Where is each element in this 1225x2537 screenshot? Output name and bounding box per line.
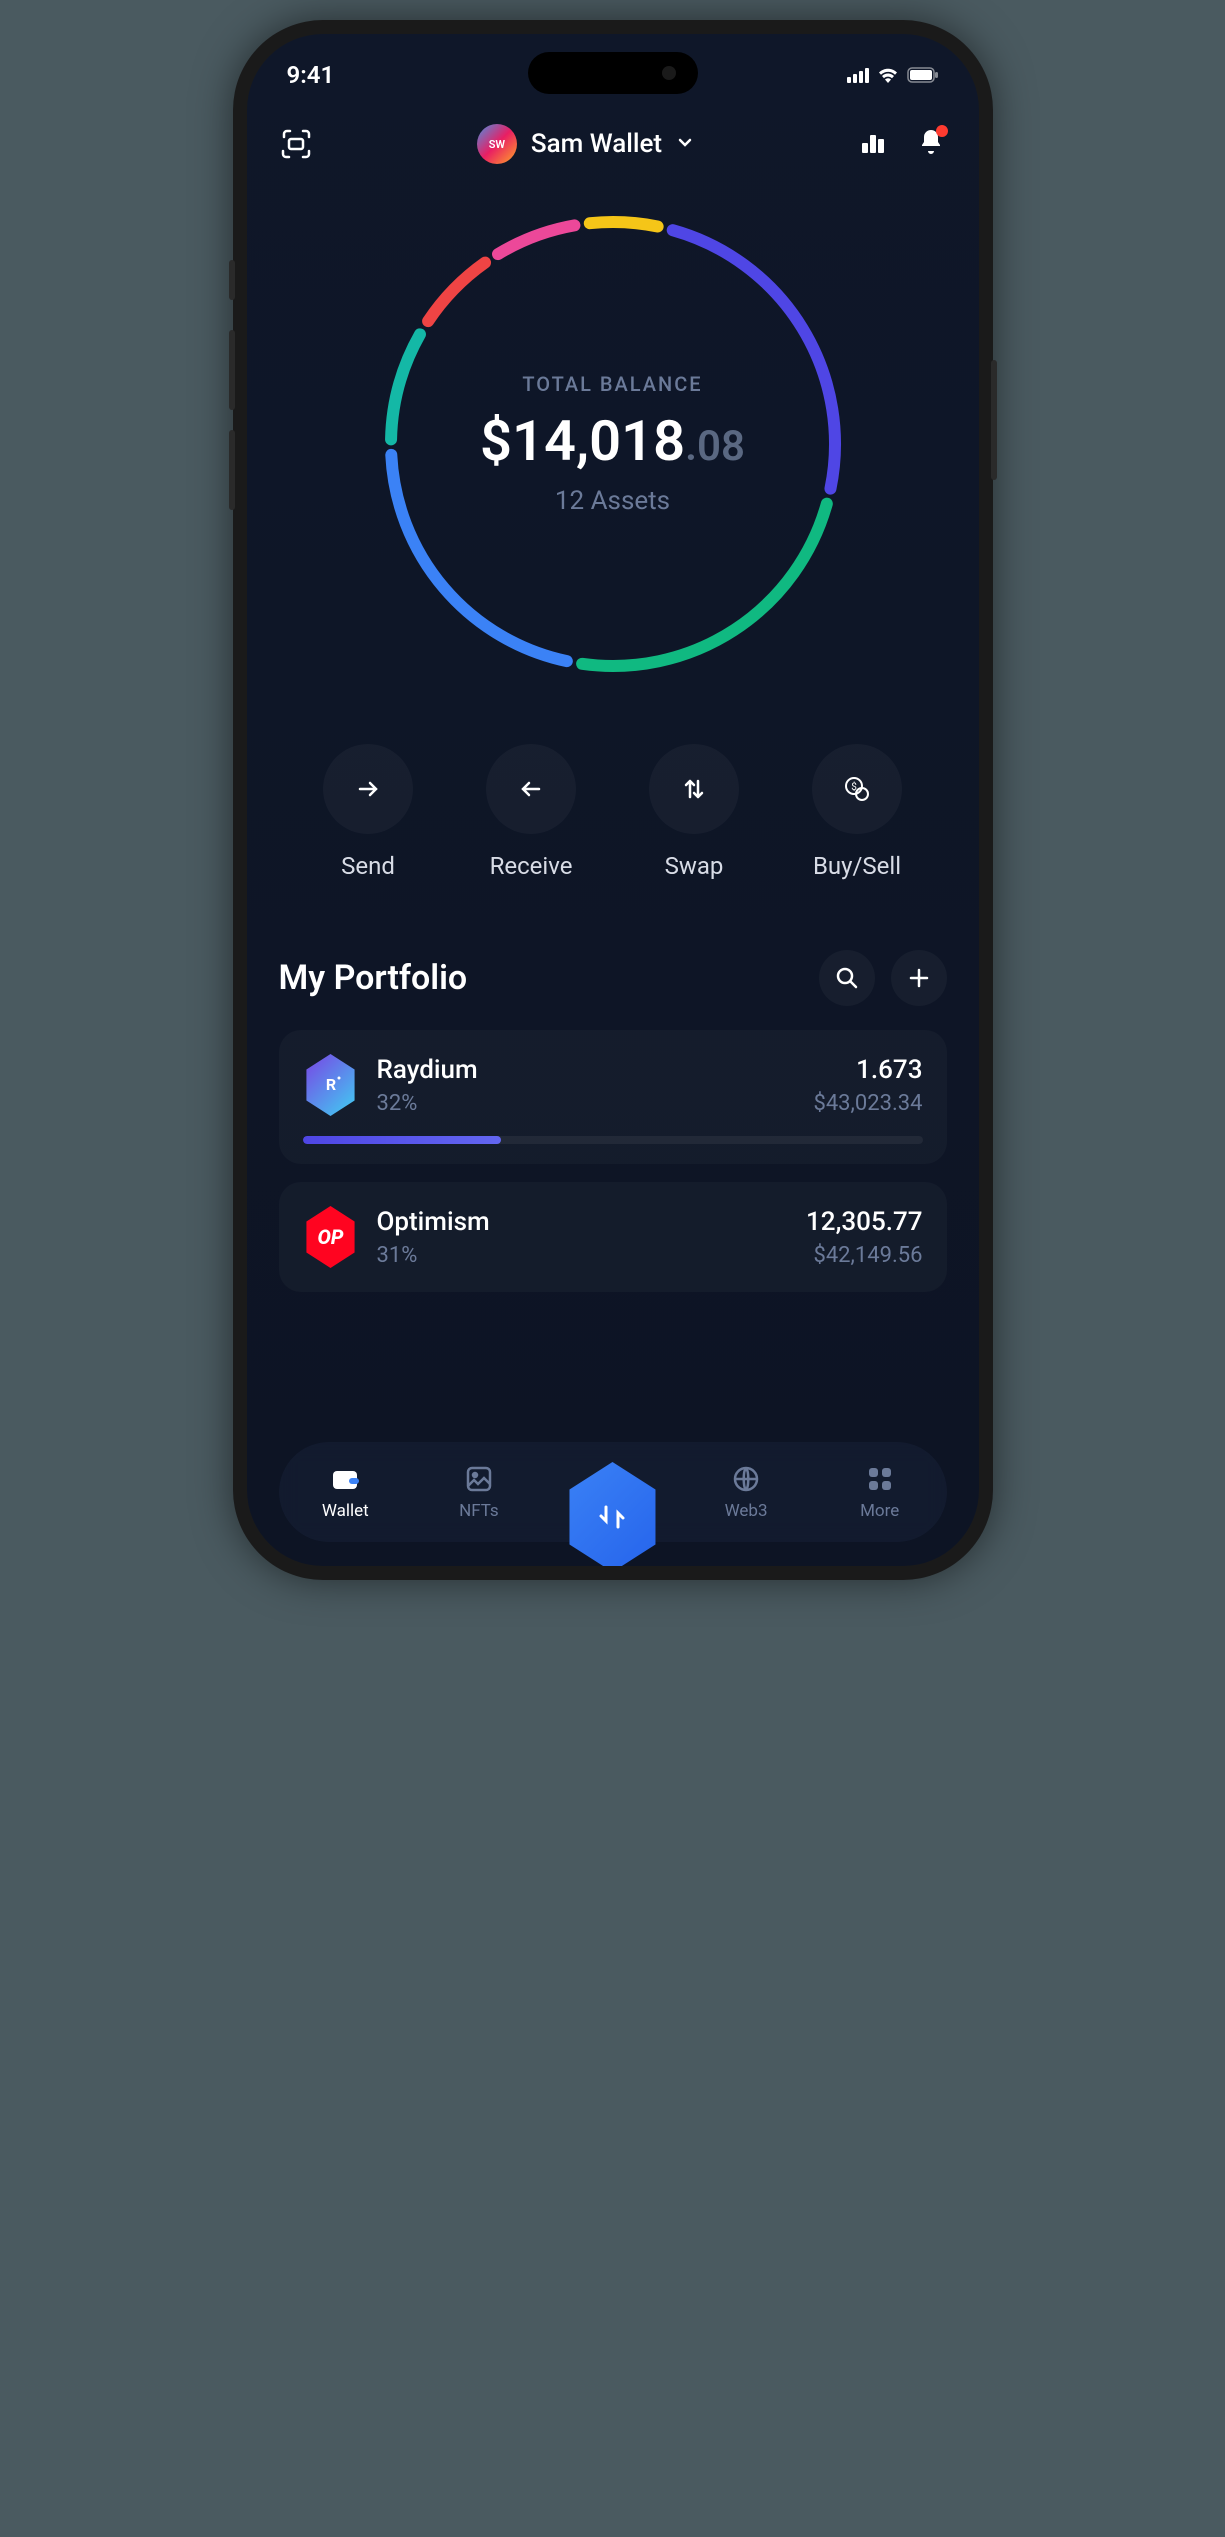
- notification-badge: [936, 125, 948, 137]
- portfolio-item[interactable]: R Raydium 32% 1.673 $43,023.34: [279, 1030, 947, 1164]
- receive-button[interactable]: Receive: [486, 744, 576, 880]
- volume-button: [229, 330, 235, 410]
- coin-name: Raydium: [377, 1055, 796, 1085]
- bottom-nav: Wallet NFTs Web3: [279, 1442, 947, 1542]
- svg-text:$: $: [851, 780, 857, 793]
- portfolio-title: My Portfolio: [279, 958, 468, 998]
- balance-label: TOTAL BALANCE: [522, 372, 702, 396]
- receive-label: Receive: [490, 852, 573, 880]
- app-header: SW Sam Wallet: [247, 104, 979, 184]
- wallet-name: Sam Wallet: [531, 129, 662, 159]
- scan-icon[interactable]: [279, 127, 313, 161]
- buysell-button[interactable]: $ Buy/Sell: [812, 744, 902, 880]
- search-button[interactable]: [819, 950, 875, 1006]
- cellular-signal-icon: [847, 68, 869, 83]
- nav-nfts[interactable]: NFTs: [412, 1463, 546, 1521]
- svg-text:R: R: [325, 1075, 335, 1094]
- swap-hexagon-icon: [562, 1462, 662, 1566]
- volume-button: [229, 430, 235, 510]
- wallet-selector[interactable]: SW Sam Wallet: [477, 124, 694, 164]
- portfolio-item[interactable]: OP Optimism 31% 12,305.77 $42,149.56: [279, 1182, 947, 1292]
- status-time: 9:41: [287, 61, 335, 89]
- buysell-label: Buy/Sell: [813, 852, 901, 880]
- balance-amount: $14,018.08: [480, 408, 745, 474]
- wallet-avatar: SW: [477, 124, 517, 164]
- allocation-bar: [303, 1136, 923, 1144]
- wallet-icon: [329, 1463, 361, 1495]
- phone-frame: 9:41 SW Sam Wallet: [233, 20, 993, 1580]
- nav-label: Wallet: [322, 1501, 369, 1521]
- grid-icon: [864, 1463, 896, 1495]
- stats-icon[interactable]: [858, 127, 888, 161]
- coin-amount: 12,305.77: [806, 1207, 922, 1237]
- coin-amount: 1.673: [813, 1055, 922, 1085]
- dynamic-island: [528, 52, 698, 94]
- nav-web3[interactable]: Web3: [679, 1463, 813, 1521]
- balance-donut-chart: TOTAL BALANCE $14,018.08 12 Assets: [373, 204, 853, 684]
- volume-button: [229, 260, 235, 300]
- image-icon: [463, 1463, 495, 1495]
- portfolio-header: My Portfolio: [247, 920, 979, 1030]
- nav-label: NFTs: [459, 1501, 499, 1521]
- notifications-icon[interactable]: [916, 127, 946, 161]
- assets-count: 12 Assets: [555, 486, 670, 516]
- wifi-icon: [877, 67, 899, 83]
- raydium-icon: R: [303, 1054, 359, 1116]
- portfolio-list: R Raydium 32% 1.673 $43,023.34: [247, 1030, 979, 1292]
- quick-actions: Send Receive Swap $ Buy/Sell: [247, 724, 979, 920]
- add-button[interactable]: [891, 950, 947, 1006]
- coin-fiat: $43,023.34: [813, 1091, 922, 1116]
- coin-percent: 31%: [377, 1243, 789, 1268]
- nav-wallet[interactable]: Wallet: [279, 1463, 413, 1521]
- swap-label: Swap: [665, 852, 724, 880]
- coin-fiat: $42,149.56: [806, 1243, 922, 1268]
- swap-button[interactable]: Swap: [649, 744, 739, 880]
- send-button[interactable]: Send: [323, 744, 413, 880]
- nav-label: More: [860, 1501, 899, 1521]
- power-button: [991, 360, 997, 480]
- coin-percent: 32%: [377, 1091, 796, 1116]
- chevron-down-icon: [676, 133, 694, 155]
- optimism-icon: OP: [303, 1206, 359, 1268]
- battery-icon: [907, 67, 939, 83]
- nav-label: Web3: [725, 1501, 768, 1521]
- globe-icon: [730, 1463, 762, 1495]
- nav-more[interactable]: More: [813, 1463, 947, 1521]
- coin-name: Optimism: [377, 1207, 789, 1237]
- send-label: Send: [341, 852, 395, 880]
